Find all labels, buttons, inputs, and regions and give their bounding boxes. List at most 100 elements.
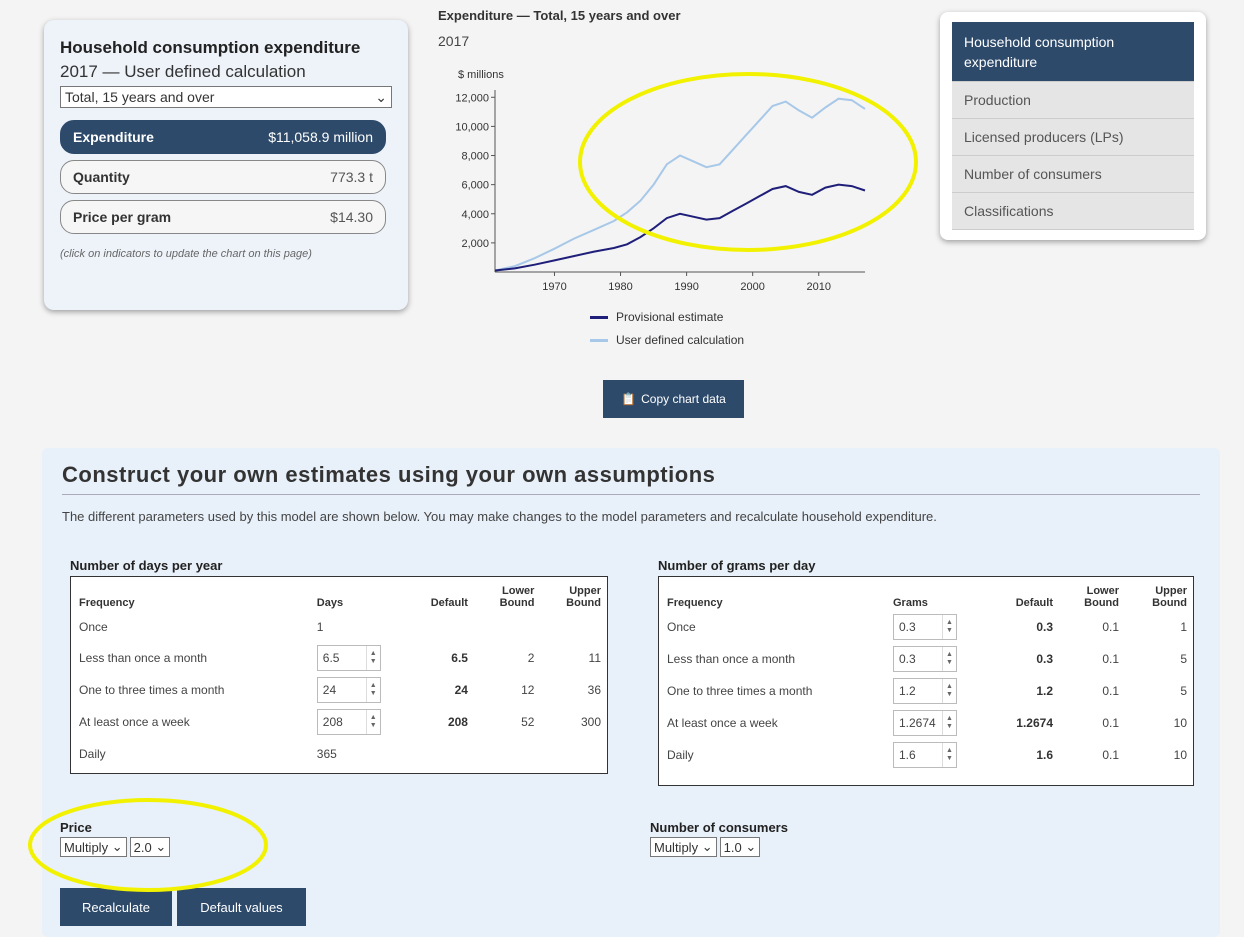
grams-table-box: Frequency Grams Default Lower Bound Uppe… bbox=[658, 576, 1194, 786]
chart-year: 2017 bbox=[438, 33, 470, 49]
col-header: Lower Bound bbox=[499, 585, 535, 609]
default-cell: 24 bbox=[454, 683, 468, 697]
upper-bound-cell: 300 bbox=[580, 715, 601, 729]
nav-item-household-consumption[interactable]: Household consumption expenditure bbox=[952, 22, 1194, 82]
card-title: Household consumption expenditure bbox=[60, 38, 361, 57]
default-values-button[interactable]: Default values bbox=[177, 888, 306, 926]
clipboard-icon: 📋 bbox=[621, 392, 637, 406]
nav-item-classifications[interactable]: Classifications bbox=[952, 193, 1194, 230]
panel-heading: Construct your own estimates using your … bbox=[62, 462, 716, 487]
consumers-factor-select[interactable]: 1.0 ⌄ bbox=[719, 837, 761, 857]
col-header: Default bbox=[430, 597, 468, 609]
upper-bound-cell: 36 bbox=[587, 683, 601, 697]
grams-table-title: Number of grams per day bbox=[658, 558, 816, 573]
copy-chart-data-button[interactable]: 📋 Copy chart data bbox=[603, 380, 744, 418]
series-line-user-defined bbox=[494, 97, 866, 272]
upper-bound-cell: 10 bbox=[1173, 716, 1187, 730]
value-stepper[interactable]: 1.6 ▲ ▼ bbox=[893, 742, 957, 768]
col-header: Grams bbox=[893, 597, 928, 609]
legend-swatch bbox=[590, 315, 608, 319]
consumers-control: Number of consumers Multiply ⌄ 1.0 ⌄ bbox=[650, 820, 788, 857]
consumers-label: Number of consumers bbox=[650, 820, 788, 835]
upper-bound-cell: 10 bbox=[1173, 748, 1187, 762]
stepper-value: 1.6 bbox=[899, 748, 916, 762]
default-cell: 1.2674 bbox=[1016, 716, 1053, 730]
table-row: Less than once a month 6.5 ▲ ▼ 6.5 2 11 bbox=[73, 642, 607, 674]
x-tick-label: 1980 bbox=[608, 281, 632, 293]
legend-label: Provisional estimate bbox=[616, 310, 724, 324]
indicator-price-per-gram[interactable]: Price per gram $14.30 bbox=[60, 200, 386, 234]
price-factor-select[interactable]: 2.0 ⌄ bbox=[129, 837, 171, 857]
table-row: One to three times a month 1.2 ▲ ▼ 1.2 0.1 5 bbox=[661, 675, 1193, 707]
value-stepper[interactable]: 6.5 ▲ ▼ bbox=[316, 645, 381, 671]
value-stepper[interactable]: 0.3 ▲ ▼ bbox=[893, 614, 957, 640]
chevron-down-icon: ⌄ bbox=[745, 839, 757, 854]
indicator-expenditure[interactable]: Expenditure $11,058.9 million bbox=[60, 120, 386, 154]
lower-bound-cell: 2 bbox=[527, 651, 535, 665]
col-header: Upper Bound bbox=[1152, 585, 1187, 609]
price-label: Price bbox=[60, 820, 92, 835]
lower-bound-cell: 52 bbox=[521, 715, 535, 729]
lower-bound-cell bbox=[474, 738, 540, 769]
table-row: Once 0.3 ▲ ▼ 0.3 0.1 1 bbox=[661, 611, 1193, 643]
chart-title: Expenditure — Total, 15 years and over bbox=[438, 8, 681, 23]
y-tick-label: 8,000 bbox=[461, 151, 489, 163]
stepper-arrows-icon[interactable]: ▲ ▼ bbox=[942, 679, 956, 703]
col-header: Frequency bbox=[667, 597, 723, 609]
stepper-arrows-icon[interactable]: ▲ ▼ bbox=[365, 710, 380, 734]
value-stepper[interactable]: 0.3 ▲ ▼ bbox=[893, 646, 957, 672]
frequency-cell: Daily bbox=[667, 748, 694, 762]
summary-card: Household consumption expenditure 2017 —… bbox=[44, 20, 408, 310]
population-select[interactable]: Total, 15 years and over ⌄ bbox=[60, 86, 392, 108]
nav-item-licensed-producers[interactable]: Licensed producers (LPs) bbox=[952, 119, 1194, 156]
table-row: Daily 365 bbox=[73, 738, 607, 769]
stepper-arrows-icon[interactable]: ▲ ▼ bbox=[942, 743, 956, 767]
value-stepper[interactable]: 1.2674 ▲ ▼ bbox=[893, 710, 957, 736]
y-tick-label: 2,000 bbox=[461, 238, 489, 250]
value-stepper[interactable]: 208 ▲ ▼ bbox=[316, 709, 381, 735]
indicator-quantity[interactable]: Quantity 773.3 t bbox=[60, 160, 386, 194]
upper-bound-cell: 5 bbox=[1180, 652, 1187, 666]
frequency-cell: Once bbox=[79, 619, 108, 634]
table-row: At least once a week 208 ▲ ▼ 208 52 300 bbox=[73, 706, 607, 738]
nav-item-number-of-consumers[interactable]: Number of consumers bbox=[952, 156, 1194, 193]
lower-bound-cell: 12 bbox=[521, 683, 535, 697]
price-op-select[interactable]: Multiply ⌄ bbox=[60, 837, 127, 857]
default-cell: 208 bbox=[447, 715, 468, 729]
value-stepper[interactable]: 24 ▲ ▼ bbox=[316, 677, 381, 703]
stepper-arrows-icon[interactable]: ▲ ▼ bbox=[365, 678, 380, 702]
default-cell: 1.6 bbox=[1036, 748, 1053, 762]
value-cell: 365 bbox=[316, 746, 337, 761]
section-nav: Household consumption expenditure Produc… bbox=[940, 12, 1206, 240]
stepper-arrows-icon[interactable]: ▲ ▼ bbox=[942, 647, 956, 671]
consumers-factor-value: 1.0 bbox=[723, 839, 742, 855]
indicator-label: Price per gram bbox=[73, 209, 172, 225]
recalculate-button[interactable]: Recalculate bbox=[60, 888, 172, 926]
indicator-value: $11,058.9 million bbox=[268, 129, 373, 145]
table-row: Once 1 bbox=[73, 611, 607, 642]
value-cell: 6.5 ▲ ▼ bbox=[311, 642, 408, 674]
consumers-op-select[interactable]: Multiply ⌄ bbox=[650, 837, 717, 857]
value-cell: 1.2674 ▲ ▼ bbox=[887, 707, 993, 739]
frequency-cell: At least once a week bbox=[667, 716, 778, 730]
frequency-cell: At least once a week bbox=[79, 715, 190, 729]
nav-item-production[interactable]: Production bbox=[952, 82, 1194, 119]
stepper-value: 1.2674 bbox=[899, 716, 936, 730]
stepper-value: 24 bbox=[322, 683, 337, 697]
chart-legend: Provisional estimate User defined calcul… bbox=[590, 310, 744, 356]
price-factor-value: 2.0 bbox=[133, 839, 152, 855]
y-tick-label: 4,000 bbox=[461, 209, 489, 221]
population-select-value: Total, 15 years and over bbox=[65, 89, 215, 105]
panel-description: The different parameters used by this mo… bbox=[62, 509, 937, 524]
table-row: Daily 1.6 ▲ ▼ 1.6 0.1 10 bbox=[661, 739, 1193, 771]
frequency-cell: Daily bbox=[79, 746, 106, 761]
stepper-arrows-icon[interactable]: ▲ ▼ bbox=[365, 646, 380, 670]
y-tick-label: 12,000 bbox=[455, 92, 489, 104]
value-cell: 1.2 ▲ ▼ bbox=[887, 675, 993, 707]
chevron-down-icon: ⌄ bbox=[155, 839, 167, 854]
frequency-cell: Less than once a month bbox=[79, 651, 208, 665]
stepper-arrows-icon[interactable]: ▲ ▼ bbox=[942, 615, 956, 639]
value-stepper[interactable]: 1.2 ▲ ▼ bbox=[893, 678, 957, 704]
stepper-arrows-icon[interactable]: ▲ ▼ bbox=[942, 711, 956, 735]
y-tick-label: 10,000 bbox=[455, 121, 489, 133]
